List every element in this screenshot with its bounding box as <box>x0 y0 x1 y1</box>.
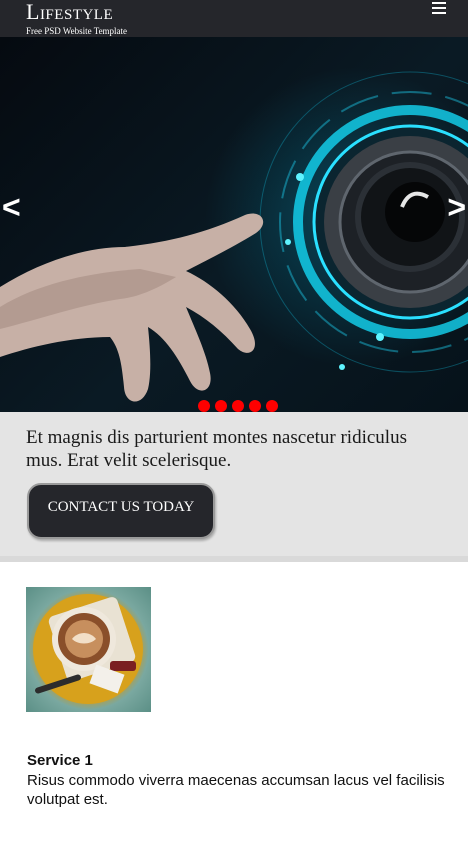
contact-us-button[interactable]: CONTACT US TODAY <box>27 483 215 539</box>
service-image <box>26 587 151 712</box>
slider-prev-button[interactable]: < <box>2 187 21 227</box>
service-description: Risus commodo viverra maecenas accumsan … <box>27 772 445 808</box>
slider-pagination <box>198 400 278 412</box>
slider-next-button[interactable]: > <box>447 187 466 227</box>
slider-dot[interactable] <box>198 400 210 412</box>
hero-slider: < > <box>0 37 468 412</box>
callout-text: Et magnis dis parturient montes nascetur… <box>26 427 407 471</box>
service-section: Service 1 Risus commodo viverra maecenas… <box>0 562 468 844</box>
page: Lifestyle Free PSD Website Template < > … <box>0 0 468 844</box>
callout-section: Et magnis dis parturient montes nascetur… <box>0 412 468 556</box>
slider-dot[interactable] <box>215 400 227 412</box>
slider-dot[interactable] <box>266 400 278 412</box>
hamburger-menu-icon[interactable] <box>432 2 446 14</box>
site-logo[interactable]: Lifestyle <box>26 0 113 27</box>
hero-image <box>0 71 468 402</box>
slider-dot[interactable] <box>232 400 244 412</box>
site-tagline: Free PSD Website Template <box>26 26 128 36</box>
slider-dot[interactable] <box>249 400 261 412</box>
site-header: Lifestyle Free PSD Website Template <box>0 0 468 37</box>
service-title: Service 1 <box>27 752 93 769</box>
